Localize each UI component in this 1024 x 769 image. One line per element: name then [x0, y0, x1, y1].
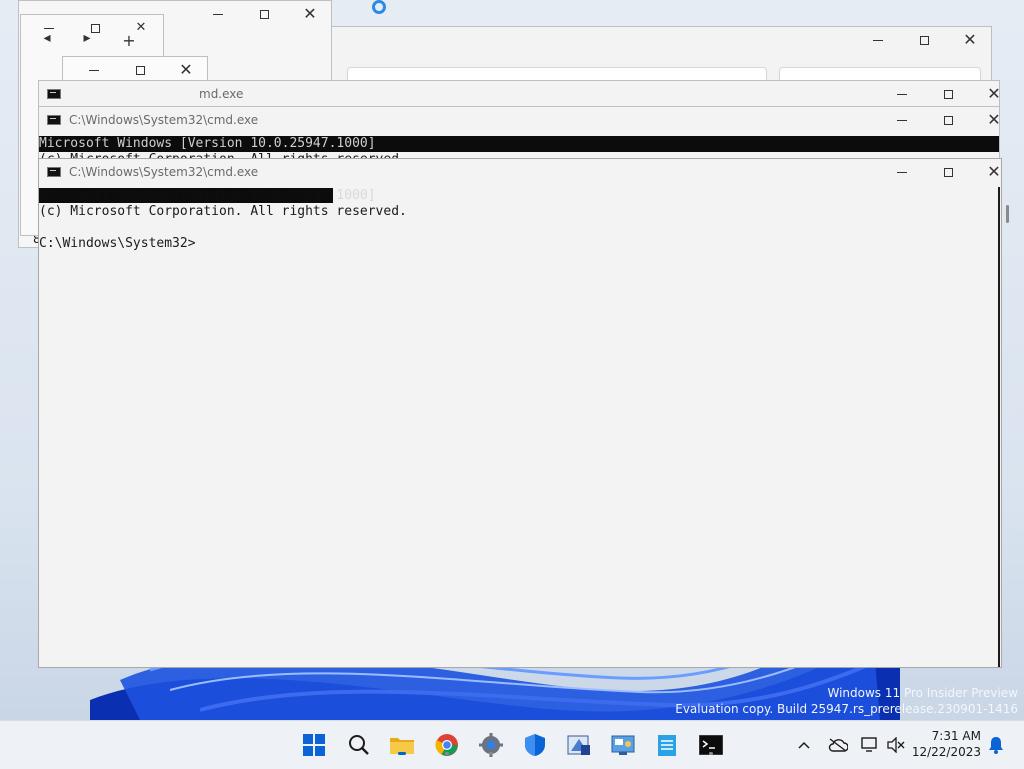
bell-icon — [989, 737, 1003, 754]
clock-button[interactable]: 7:31 AM 12/22/2023 — [910, 729, 982, 761]
app-button[interactable] — [565, 731, 593, 759]
clock-time: 7:31 AM — [931, 729, 981, 743]
minimize-button[interactable] — [195, 1, 241, 27]
network-button[interactable] — [858, 731, 882, 759]
minimize-button[interactable] — [879, 107, 925, 133]
taskbar: 7:31 AM 12/22/2023 — [0, 720, 1024, 769]
shield-icon — [525, 734, 545, 756]
chrome-button[interactable] — [433, 731, 461, 759]
start-button[interactable] — [300, 731, 328, 759]
terminal-button[interactable] — [697, 731, 725, 759]
cmd-icon — [47, 115, 61, 125]
console-prompt[interactable]: C:\Windows\System32> — [39, 236, 196, 252]
chevron-up-icon — [798, 741, 810, 749]
cmd-window-front[interactable]: C:\Windows\System32\cmd.exe ✕ Microsoft … — [38, 158, 1009, 668]
notepad-icon — [658, 735, 676, 756]
notepad-button[interactable] — [653, 731, 681, 759]
running-indicator — [489, 752, 493, 755]
file-explorer-button[interactable] — [388, 731, 416, 759]
console-right-border — [998, 187, 1000, 667]
search-icon — [349, 735, 369, 755]
window-title: C:\Windows\System32\cmd.exe — [69, 113, 259, 127]
close-button[interactable]: ✕ — [971, 107, 1017, 133]
show-hidden-icons-button[interactable] — [792, 731, 816, 759]
maximize-button[interactable] — [925, 159, 971, 185]
cmd-window-middle[interactable]: C:\Windows\System32\cmd.exe ✕ Microsoft … — [38, 106, 1001, 166]
console-selected-line[interactable]: Microsoft Windows [Version 10.0.25947.10… — [39, 136, 999, 152]
minimize-button[interactable] — [879, 81, 925, 107]
volume-button[interactable] — [884, 731, 908, 759]
cloud-offline-icon — [828, 738, 848, 752]
window-title: C:\Windows\System32\cmd.exe — [69, 165, 259, 179]
running-indicator — [445, 752, 449, 755]
maximize-button[interactable] — [925, 107, 971, 133]
active-indicator — [398, 752, 406, 755]
console-line-2: (c) Microsoft Corporation. All rights re… — [39, 204, 407, 219]
close-button[interactable]: ✕ — [971, 81, 1017, 107]
close-button[interactable]: ✕ — [121, 15, 161, 41]
onedrive-button[interactable] — [826, 731, 850, 759]
watermark-line-1: Windows 11 Pro Insider Preview — [827, 686, 1018, 700]
search-button[interactable] — [345, 731, 373, 759]
app-icon — [567, 735, 590, 755]
settings-button[interactable] — [477, 731, 505, 759]
control-panel-icon — [611, 735, 635, 755]
notifications-button[interactable] — [984, 731, 1008, 759]
scrollbar-thumb[interactable] — [1006, 205, 1009, 223]
cmd-icon — [47, 167, 61, 177]
control-panel-button[interactable] — [609, 731, 637, 759]
console-line-1[interactable]: Microsoft Windows [Version 10.0.25947.10… — [39, 188, 376, 204]
minimize-button[interactable] — [879, 159, 925, 185]
volume-muted-icon — [887, 737, 905, 753]
maximize-button[interactable] — [241, 1, 287, 27]
clock-date: 12/22/2023 — [911, 745, 981, 759]
watermark-line-2: Evaluation copy. Build 25947.rs_prerelea… — [675, 702, 1018, 716]
loading-spinner-icon — [372, 0, 386, 14]
window-title-partial: md.exe — [199, 87, 244, 101]
maximize-button[interactable] — [925, 81, 971, 107]
close-button[interactable]: ✕ — [947, 27, 993, 53]
close-button[interactable]: ✕ — [971, 159, 1017, 185]
minimize-button[interactable] — [29, 15, 69, 41]
running-indicator — [709, 752, 713, 755]
windows-logo-icon — [303, 734, 325, 756]
defender-button[interactable] — [521, 731, 549, 759]
network-icon — [861, 737, 877, 752]
close-button[interactable]: ✕ — [287, 1, 333, 27]
minimize-button[interactable] — [855, 27, 901, 53]
maximize-button[interactable] — [901, 27, 947, 53]
cmd-icon — [47, 89, 61, 99]
